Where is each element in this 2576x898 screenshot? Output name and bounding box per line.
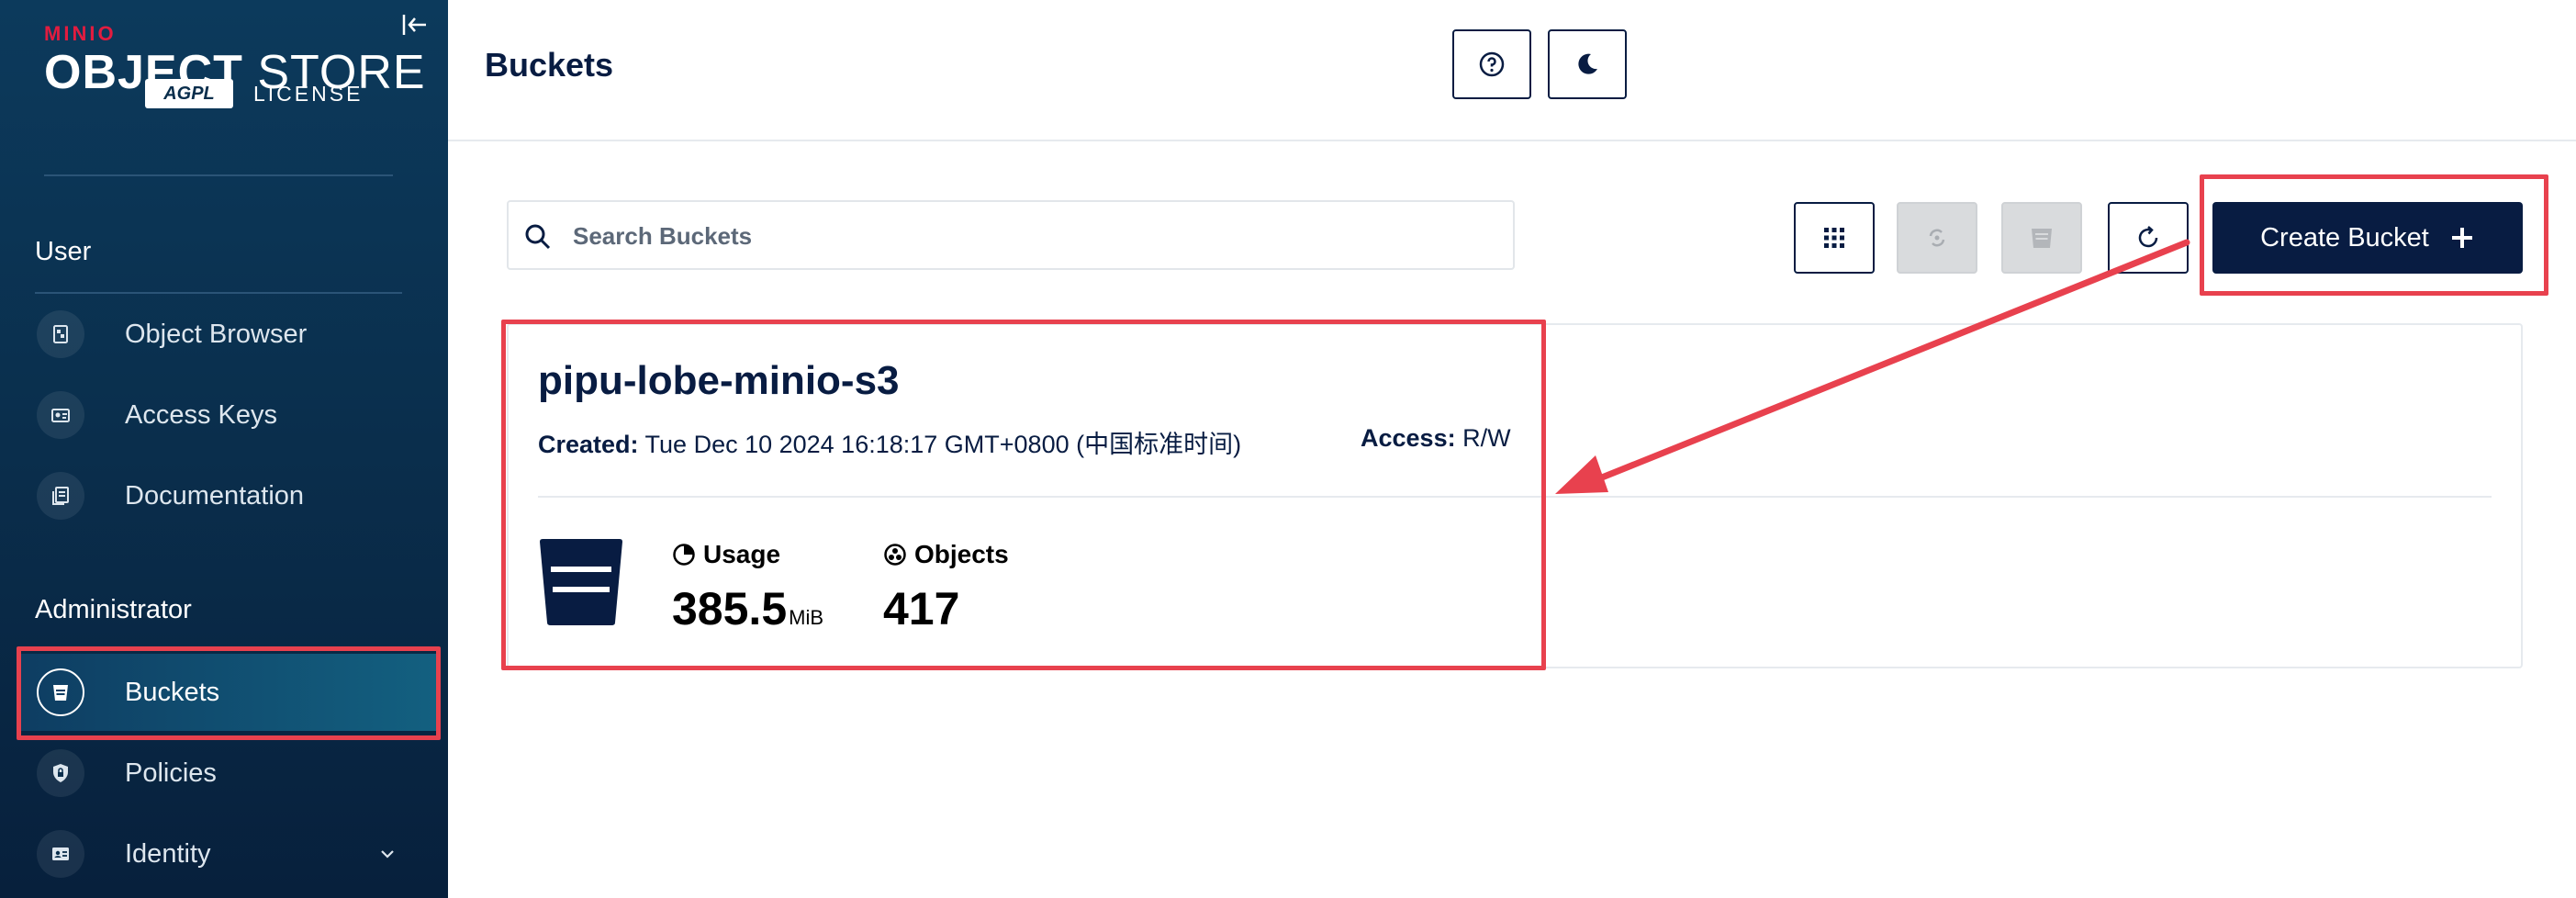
help-button[interactable] [1452,29,1531,99]
sidebar-item-label: Access Keys [125,399,277,430]
pie-chart-icon [673,544,695,566]
grid-icon [1824,228,1844,248]
bucket-stack-icon [2032,229,2052,248]
bucket-access: Access: R/W [1361,424,1511,453]
usage-label-row: Usage [672,540,823,569]
section-divider-user [35,292,402,294]
section-label-user: User [35,237,92,266]
usage-metric: Usage 385.5MiB [672,540,823,635]
sidebar-item-label: Identity [125,838,211,869]
brand-vendor: MINIO [44,22,117,45]
created-label: Created: [538,431,639,458]
created-value: Tue Dec 10 2024 16:18:17 GMT+0800 (中国标准时… [644,431,1242,458]
bucket-card[interactable]: pipu-lobe-minio-s3 Created: Tue Dec 10 2… [507,323,2523,668]
sidebar-item-label: Documentation [125,480,305,511]
usage-label: Usage [703,540,781,568]
objects-label: Objects [914,540,1009,568]
sidebar-item-label: Buckets [125,677,220,707]
bucket-created: Created: Tue Dec 10 2024 16:18:17 GMT+08… [538,424,1241,460]
sidebar: MINIO OBJECT STORE AGPL LICENSE User Obj… [0,0,448,898]
sidebar-item-policies[interactable]: Policies [18,735,437,812]
moon-icon [1578,53,1597,74]
access-keys-icon [37,391,84,439]
sidebar-item-label: Policies [125,758,217,788]
page-header: Buckets [448,0,2576,141]
card-divider [538,496,2492,498]
documentation-icon [37,472,84,520]
objects-label-row: Objects [883,540,1009,569]
plus-icon [2449,225,2475,251]
sidebar-item-access-keys[interactable]: Access Keys [18,376,437,454]
sidebar-item-documentation[interactable]: Documentation [18,457,437,534]
replication-button[interactable] [1897,202,1977,274]
sidebar-item-buckets[interactable]: Buckets [18,654,437,731]
search-input[interactable] [573,204,1491,268]
create-bucket-button[interactable]: Create Bucket [2212,202,2523,274]
objects-icon [884,544,906,566]
dark-mode-button[interactable] [1548,29,1627,99]
objects-value: 417 [883,583,960,634]
bucket-icon [37,668,84,716]
bucket-name[interactable]: pipu-lobe-minio-s3 [538,358,900,404]
create-bucket-label: Create Bucket [2260,222,2429,253]
object-browser-icon [37,310,84,358]
usage-value: 385.5 [672,583,788,634]
agpl-badge: AGPL [145,79,233,108]
page-title: Buckets [485,46,614,84]
access-value: R/W [1462,424,1511,452]
replication-icon [1929,229,1945,247]
help-icon [1479,51,1505,77]
id-card-icon [37,830,84,878]
search-icon [525,224,551,250]
usage-value-row: 385.5MiB [672,582,823,635]
license-row: AGPL LICENSE [145,75,365,112]
bucket-icon [540,539,622,625]
brand-divider [44,174,393,176]
delete-buckets-button[interactable] [2001,202,2082,274]
sidebar-item-label: Object Browser [125,319,308,349]
refresh-button[interactable] [2108,202,2189,274]
search-box[interactable] [507,200,1515,270]
refresh-icon [2138,226,2158,248]
grid-view-button[interactable] [1794,202,1875,274]
sidebar-item-identity[interactable]: Identity [18,815,437,892]
usage-unit: MiB [789,606,824,629]
objects-metric: Objects 417 [883,540,1009,635]
license-text: LICENSE [253,81,364,106]
sidebar-item-object-browser[interactable]: Object Browser [18,296,437,373]
access-label: Access: [1361,424,1456,452]
chevron-down-icon[interactable] [378,845,397,863]
shield-lock-icon [37,749,84,797]
section-label-administrator: Administrator [35,595,192,624]
